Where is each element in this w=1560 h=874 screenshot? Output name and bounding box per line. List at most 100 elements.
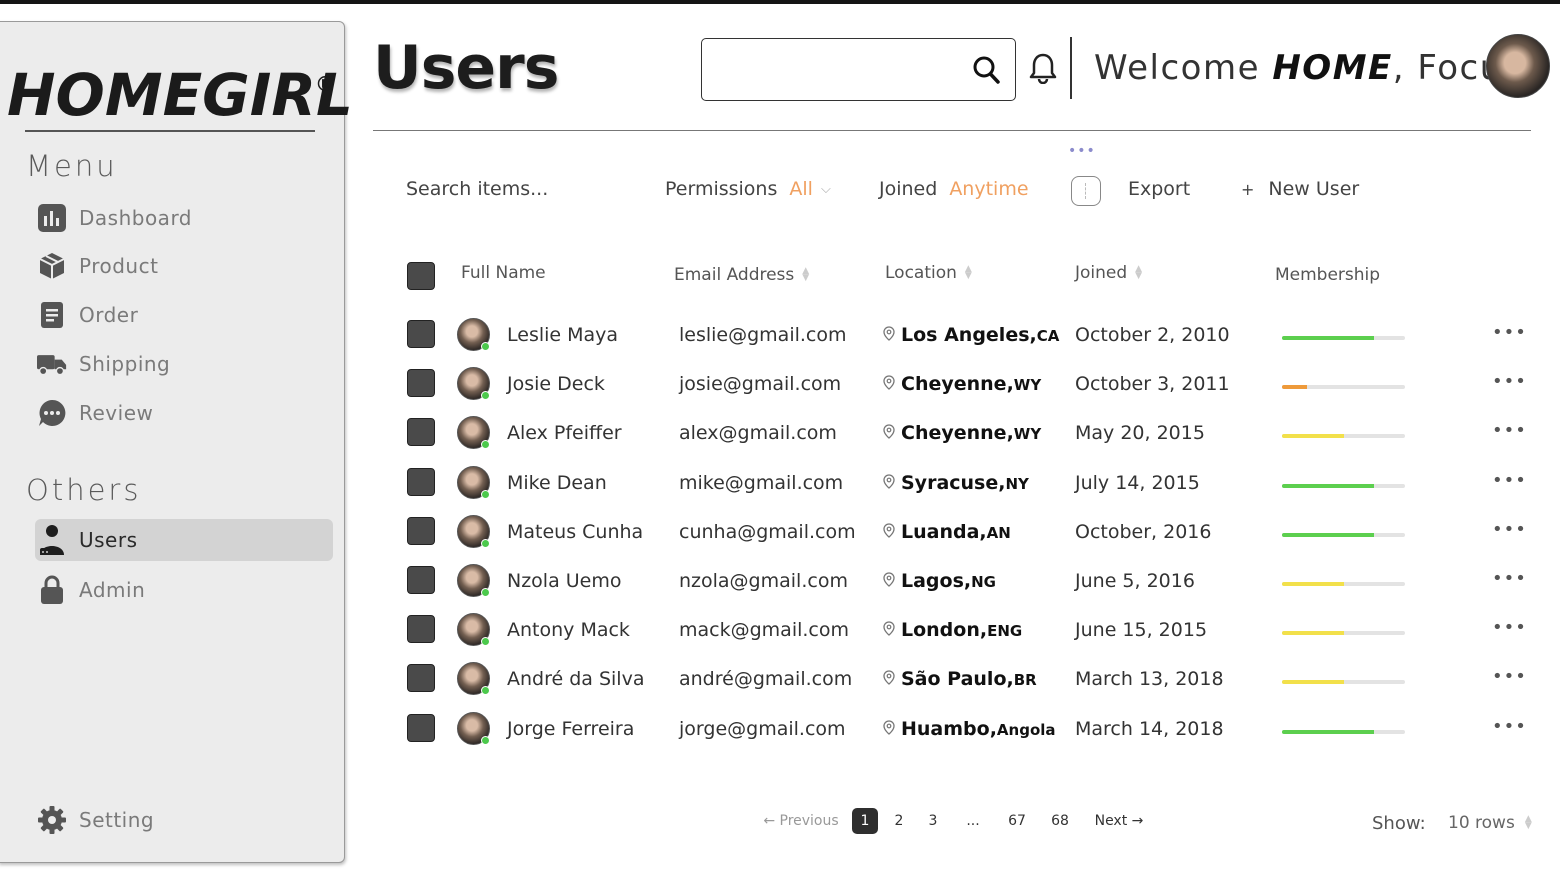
page-button-67[interactable]: 67 xyxy=(1004,808,1030,834)
rows-per-page-select[interactable]: 10 rows ▲ ▼ xyxy=(1448,813,1532,833)
table-row[interactable]: Antony Mack mack@gmail.com London, ENG June … xyxy=(0,613,1560,664)
table-row[interactable]: Alex Pfeiffer alex@gmail.com Cheyenne, WY Ma… xyxy=(0,416,1560,467)
drag-handle-icon[interactable]: ••• xyxy=(1068,143,1096,159)
table-row[interactable]: André da Silva andré@gmail.com São Paulo, B… xyxy=(0,662,1560,713)
membership-progress-bar xyxy=(1282,434,1405,438)
more-options-icon[interactable]: ••• xyxy=(1492,371,1527,392)
online-status-dot xyxy=(481,490,490,499)
more-options-icon[interactable]: ••• xyxy=(1492,519,1527,540)
select-all-checkbox[interactable] xyxy=(407,262,435,290)
more-options-icon[interactable]: ••• xyxy=(1492,617,1527,638)
online-status-dot xyxy=(481,391,490,400)
user-joined-date: October 3, 2011 xyxy=(1075,373,1230,395)
user-name: Alex Pfeiffer xyxy=(507,422,622,444)
column-header-membership[interactable]: Membership xyxy=(1275,265,1380,285)
more-options-icon[interactable]: ••• xyxy=(1492,716,1527,737)
user-location: São Paulo, BR xyxy=(883,668,1037,690)
user-email: nzola@gmail.com xyxy=(679,570,848,592)
user-avatar[interactable] xyxy=(1486,34,1550,98)
more-options-icon[interactable]: ••• xyxy=(1492,420,1527,441)
more-options-icon[interactable]: ••• xyxy=(1492,322,1527,343)
permissions-filter[interactable]: Permissions All ⌵ xyxy=(665,178,831,200)
user-email: mack@gmail.com xyxy=(679,619,849,641)
row-checkbox[interactable] xyxy=(407,418,435,446)
export-icon[interactable] xyxy=(1071,176,1101,206)
more-options-icon[interactable]: ••• xyxy=(1492,666,1527,687)
column-header-email[interactable]: Email Address ▲ ▼ xyxy=(674,265,809,285)
menu-section-title: Menu xyxy=(26,149,118,183)
membership-progress-fill xyxy=(1282,336,1375,340)
user-email: mike@gmail.com xyxy=(679,472,844,494)
joined-filter[interactable]: Joined Anytime xyxy=(879,178,1029,200)
location-pin-icon xyxy=(883,324,895,346)
membership-progress-bar xyxy=(1282,336,1405,340)
header-search-input[interactable] xyxy=(716,39,966,97)
table-row[interactable]: Jorge Ferreira jorge@gmail.com Huambo, Ango… xyxy=(0,712,1560,763)
user-location: Lagos, NG xyxy=(883,570,996,592)
table-row[interactable]: Leslie Maya leslie@gmail.com Los Angeles, C… xyxy=(0,318,1560,369)
row-checkbox[interactable] xyxy=(407,320,435,348)
table-row[interactable]: Mike Dean mike@gmail.com Syracuse, NY July 1… xyxy=(0,466,1560,517)
column-header-joined[interactable]: Joined ▲ ▼ xyxy=(1075,263,1142,283)
table-row[interactable]: Mateus Cunha cunha@gmail.com Luanda, AN Octo… xyxy=(0,515,1560,566)
page-button-3[interactable]: 3 xyxy=(920,808,946,834)
location-pin-icon xyxy=(883,718,895,740)
user-location: Cheyenne, WY xyxy=(883,422,1041,444)
registered-mark: ® xyxy=(315,72,335,96)
membership-progress-bar xyxy=(1282,730,1405,734)
sidebar-item-setting[interactable]: Setting xyxy=(35,799,333,841)
row-checkbox[interactable] xyxy=(407,369,435,397)
gear-icon xyxy=(37,805,67,835)
user-joined-date: March 14, 2018 xyxy=(1075,718,1224,740)
row-checkbox[interactable] xyxy=(407,714,435,742)
user-name: Antony Mack xyxy=(507,619,630,641)
location-pin-icon xyxy=(883,619,895,641)
online-status-dot xyxy=(481,588,490,597)
page-button-68[interactable]: 68 xyxy=(1047,808,1073,834)
more-options-icon[interactable]: ••• xyxy=(1492,568,1527,589)
row-checkbox[interactable] xyxy=(407,566,435,594)
user-joined-date: June 5, 2016 xyxy=(1075,570,1195,592)
user-joined-date: May 20, 2015 xyxy=(1075,422,1205,444)
arrow-left-icon: ← xyxy=(763,813,780,829)
user-joined-date: July 14, 2015 xyxy=(1075,472,1200,494)
table-row[interactable]: Josie Deck josie@gmail.com Cheyenne, WY Octo… xyxy=(0,367,1560,418)
page-title: Users xyxy=(373,33,559,103)
page-ellipsis: ... xyxy=(966,813,980,829)
user-name: Mateus Cunha xyxy=(507,521,644,543)
window-top-border xyxy=(0,0,1560,4)
page-button-1[interactable]: 1 xyxy=(852,808,878,834)
membership-progress-fill xyxy=(1282,484,1375,488)
location-pin-icon xyxy=(883,422,895,444)
bell-icon[interactable] xyxy=(1029,52,1057,88)
sidebar-item-product[interactable]: Product xyxy=(35,245,333,287)
sidebar-item-dashboard[interactable]: Dashboard xyxy=(35,197,333,239)
row-checkbox[interactable] xyxy=(407,615,435,643)
column-header-location[interactable]: Location ▲ ▼ xyxy=(885,263,972,283)
welcome-message: Welcome HOME, Focus xyxy=(1094,48,1522,88)
logo-divider xyxy=(25,130,315,132)
row-checkbox[interactable] xyxy=(407,517,435,545)
previous-page-button[interactable]: ← Previous xyxy=(763,808,839,834)
next-page-button[interactable]: Next → xyxy=(1093,808,1145,834)
online-status-dot xyxy=(481,440,490,449)
table-row[interactable]: Nzola Uemo nzola@gmail.com Lagos, NG June 5,… xyxy=(0,564,1560,615)
user-email: andré@gmail.com xyxy=(679,668,853,690)
table-search-input[interactable]: Search items... xyxy=(406,178,548,200)
user-joined-date: March 13, 2018 xyxy=(1075,668,1224,690)
row-checkbox[interactable] xyxy=(407,468,435,496)
row-checkbox[interactable] xyxy=(407,664,435,692)
search-icon[interactable] xyxy=(973,55,1001,89)
membership-progress-fill xyxy=(1282,680,1344,684)
export-button[interactable]: Export xyxy=(1128,178,1190,200)
membership-progress-fill xyxy=(1282,533,1375,537)
user-location: Cheyenne, WY xyxy=(883,373,1041,395)
user-name: Mike Dean xyxy=(507,472,607,494)
user-joined-date: June 15, 2015 xyxy=(1075,619,1208,641)
page-button-2[interactable]: 2 xyxy=(886,808,912,834)
new-user-button[interactable]: + New User xyxy=(1241,178,1359,200)
column-header-full-name[interactable]: Full Name xyxy=(461,263,546,283)
sort-icon: ▲ ▼ xyxy=(1135,264,1143,281)
online-status-dot xyxy=(481,686,490,695)
more-options-icon[interactable]: ••• xyxy=(1492,470,1527,491)
